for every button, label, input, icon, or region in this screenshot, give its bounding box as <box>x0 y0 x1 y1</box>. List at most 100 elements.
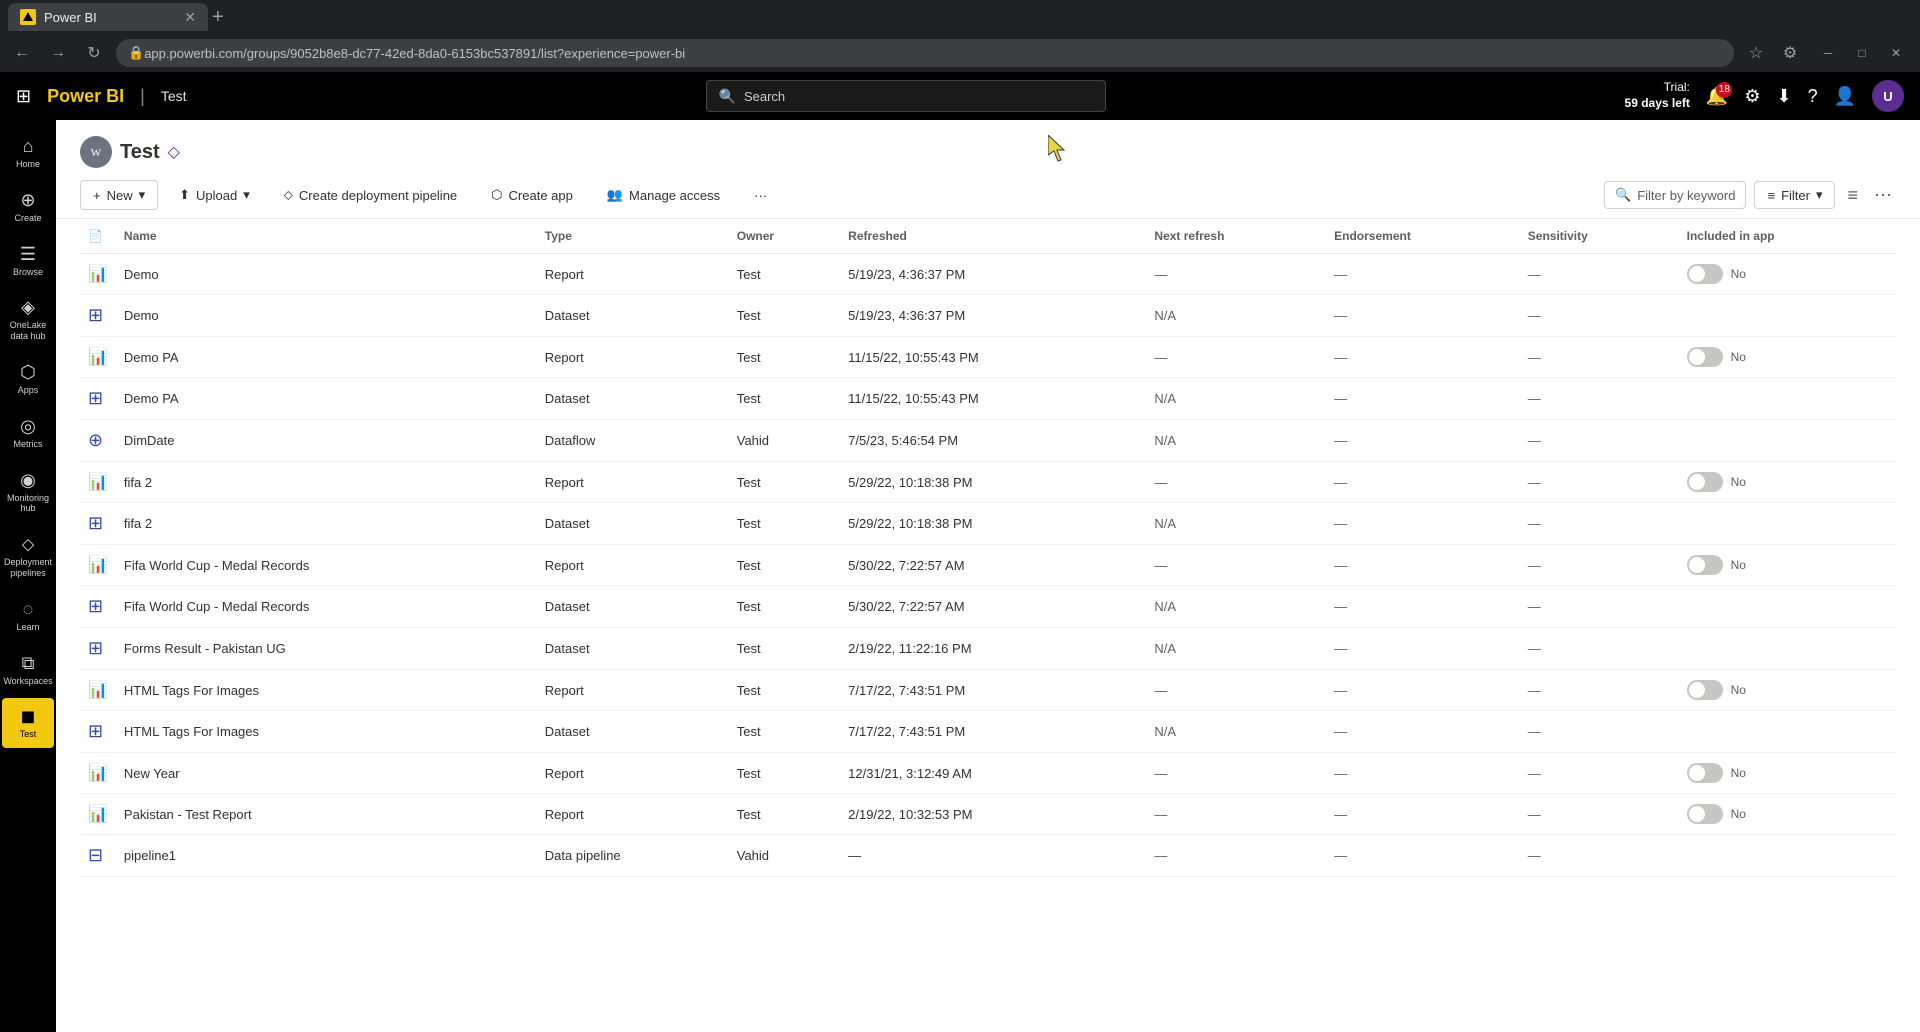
col-included-in-app[interactable]: Included in app <box>1679 219 1896 254</box>
col-name[interactable]: Name <box>116 219 537 254</box>
create-app-btn[interactable]: ⬡ Create app <box>478 180 586 210</box>
table-row[interactable]: ⊞ Demo PA Dataset Test 11/15/22, 10:55:4… <box>80 378 1896 420</box>
address-bar[interactable]: 🔒 app.powerbi.com/groups/9052b8e8-dc77-4… <box>116 39 1734 67</box>
col-owner[interactable]: Owner <box>729 219 840 254</box>
item-name[interactable]: Demo PA <box>124 350 179 365</box>
col-refreshed[interactable]: Refreshed <box>840 219 1146 254</box>
minimize-btn[interactable]: ─ <box>1812 39 1844 67</box>
sidebar-item-onelake[interactable]: ◈ OneLake data hub <box>2 289 54 350</box>
new-plus-icon: + <box>93 188 101 203</box>
workspace-name-nav[interactable]: Test <box>161 88 187 104</box>
maximize-btn[interactable]: □ <box>1846 39 1878 67</box>
table-row[interactable]: 📊 HTML Tags For Images Report Test 7/17/… <box>80 670 1896 711</box>
new-tab-btn[interactable]: + <box>212 7 224 27</box>
table-row[interactable]: 📊 Demo Report Test 5/19/23, 4:36:37 PM —… <box>80 254 1896 295</box>
item-name[interactable]: DimDate <box>124 433 175 448</box>
sidebar-item-workspaces[interactable]: ⧉ Workspaces <box>2 645 54 695</box>
toggle-switch[interactable] <box>1687 555 1723 575</box>
table-row[interactable]: ⊕ DimDate Dataflow Vahid 7/5/23, 5:46:54… <box>80 420 1896 462</box>
search-box[interactable]: 🔍 Search <box>706 80 1106 112</box>
table-row[interactable]: ⊞ Forms Result - Pakistan UG Dataset Tes… <box>80 628 1896 670</box>
row-sensitivity-cell: — <box>1520 378 1679 420</box>
notifications-btn[interactable]: 🔔 18 <box>1706 86 1728 107</box>
item-name[interactable]: Fifa World Cup - Medal Records <box>124 599 309 614</box>
notification-badge: 18 <box>1716 82 1732 98</box>
toggle-switch[interactable] <box>1687 763 1723 783</box>
sidebar-item-apps[interactable]: ⬡ Apps <box>2 354 54 404</box>
sidebar-item-deployment[interactable]: ⬦ Deployment pipelines <box>2 526 54 587</box>
sidebar-item-home[interactable]: ⌂ Home <box>2 128 54 178</box>
col-endorsement[interactable]: Endorsement <box>1326 219 1520 254</box>
item-name[interactable]: Demo PA <box>124 391 179 406</box>
item-name[interactable]: fifa 2 <box>124 475 152 490</box>
upload-btn[interactable]: ⬆ Upload ▾ <box>166 180 263 210</box>
row-endorsement-cell: — <box>1326 254 1520 295</box>
sidebar-item-create[interactable]: ⊕ Create <box>2 182 54 232</box>
settings-btn[interactable]: ⚙ <box>1744 86 1760 107</box>
share-view-btn[interactable]: ⋯ <box>1870 181 1896 210</box>
table-row[interactable]: 📊 fifa 2 Report Test 5/29/22, 10:18:38 P… <box>80 462 1896 503</box>
row-name-cell: Forms Result - Pakistan UG <box>116 628 537 670</box>
toggle-switch[interactable] <box>1687 347 1723 367</box>
avatar[interactable]: U <box>1872 80 1904 112</box>
filter-btn[interactable]: ≡ Filter ▾ <box>1754 181 1835 209</box>
item-name[interactable]: Pakistan - Test Report <box>124 807 252 822</box>
extensions-btn[interactable]: ⚙ <box>1776 39 1804 67</box>
item-name[interactable]: HTML Tags For Images <box>124 724 259 739</box>
manage-access-btn[interactable]: 👥 Manage access <box>594 180 733 210</box>
item-name[interactable]: pipeline1 <box>124 848 176 863</box>
content-area: W Test ◇ + New ▾ ⬆ Upload ▾ <box>56 120 1920 1032</box>
list-view-btn[interactable]: ≡ <box>1843 181 1862 210</box>
col-sensitivity[interactable]: Sensitivity <box>1520 219 1679 254</box>
item-name[interactable]: fifa 2 <box>124 516 152 531</box>
table-row[interactable]: ⊞ Demo Dataset Test 5/19/23, 4:36:37 PM … <box>80 295 1896 337</box>
account-btn[interactable]: 👤 <box>1834 86 1856 107</box>
row-endorsement-cell: — <box>1326 378 1520 420</box>
new-btn[interactable]: + New ▾ <box>80 180 158 210</box>
table-row[interactable]: 📊 Demo PA Report Test 11/15/22, 10:55:43… <box>80 337 1896 378</box>
waffle-menu-btn[interactable]: ⊞ <box>16 86 31 107</box>
row-owner-cell: Vahid <box>729 835 840 877</box>
filter-keyword-box[interactable]: 🔍 Filter by keyword <box>1604 181 1746 209</box>
sidebar-label-home: Home <box>16 159 40 170</box>
toggle-switch[interactable] <box>1687 680 1723 700</box>
col-next-refresh[interactable]: Next refresh <box>1146 219 1326 254</box>
table-row[interactable]: ⊟ pipeline1 Data pipeline Vahid — — — — <box>80 835 1896 877</box>
sidebar-item-monitoring[interactable]: ◉ Monitoring hub <box>2 462 54 523</box>
sidebar-item-learn[interactable]: ◌ Learn <box>2 591 54 641</box>
item-type: Report <box>545 475 584 490</box>
close-btn[interactable]: ✕ <box>1880 39 1912 67</box>
row-name-cell: Demo <box>116 295 537 337</box>
refresh-btn[interactable]: ↻ <box>80 39 108 67</box>
item-name[interactable]: HTML Tags For Images <box>124 683 259 698</box>
more-btn[interactable]: ··· <box>741 181 780 210</box>
col-type[interactable]: Type <box>537 219 729 254</box>
table-row[interactable]: ⊞ Fifa World Cup - Medal Records Dataset… <box>80 586 1896 628</box>
item-name[interactable]: Demo <box>124 267 159 282</box>
included-cell: No <box>1687 472 1888 492</box>
item-name[interactable]: Fifa World Cup - Medal Records <box>124 558 309 573</box>
sidebar-item-browse[interactable]: ☰ Browse <box>2 236 54 286</box>
toggle-switch[interactable] <box>1687 804 1723 824</box>
item-name[interactable]: New Year <box>124 766 180 781</box>
back-btn[interactable]: ← <box>8 39 36 67</box>
bookmark-btn[interactable]: ☆ <box>1742 39 1770 67</box>
toggle-switch[interactable] <box>1687 264 1723 284</box>
help-btn[interactable]: ? <box>1808 86 1818 107</box>
table-row[interactable]: ⊞ fifa 2 Dataset Test 5/29/22, 10:18:38 … <box>80 503 1896 545</box>
forward-btn[interactable]: → <box>44 39 72 67</box>
sidebar-item-metrics[interactable]: ◎ Metrics <box>2 408 54 458</box>
item-name[interactable]: Demo <box>124 308 159 323</box>
table-row[interactable]: 📊 Fifa World Cup - Medal Records Report … <box>80 545 1896 586</box>
row-refreshed-cell: 11/15/22, 10:55:43 PM <box>840 337 1146 378</box>
table-row[interactable]: ⊞ HTML Tags For Images Dataset Test 7/17… <box>80 711 1896 753</box>
toggle-switch[interactable] <box>1687 472 1723 492</box>
download-btn[interactable]: ⬇ <box>1776 86 1791 107</box>
sidebar-item-test[interactable]: ◼ Test <box>2 698 54 748</box>
table-row[interactable]: 📊 New Year Report Test 12/31/21, 3:12:49… <box>80 753 1896 794</box>
table-row[interactable]: 📊 Pakistan - Test Report Report Test 2/1… <box>80 794 1896 835</box>
browser-tab-active[interactable]: Power BI ✕ <box>8 3 208 31</box>
tab-close-btn[interactable]: ✕ <box>184 9 196 26</box>
item-name[interactable]: Forms Result - Pakistan UG <box>124 641 286 656</box>
deployment-btn[interactable]: ⬦ Create deployment pipeline <box>271 180 470 210</box>
